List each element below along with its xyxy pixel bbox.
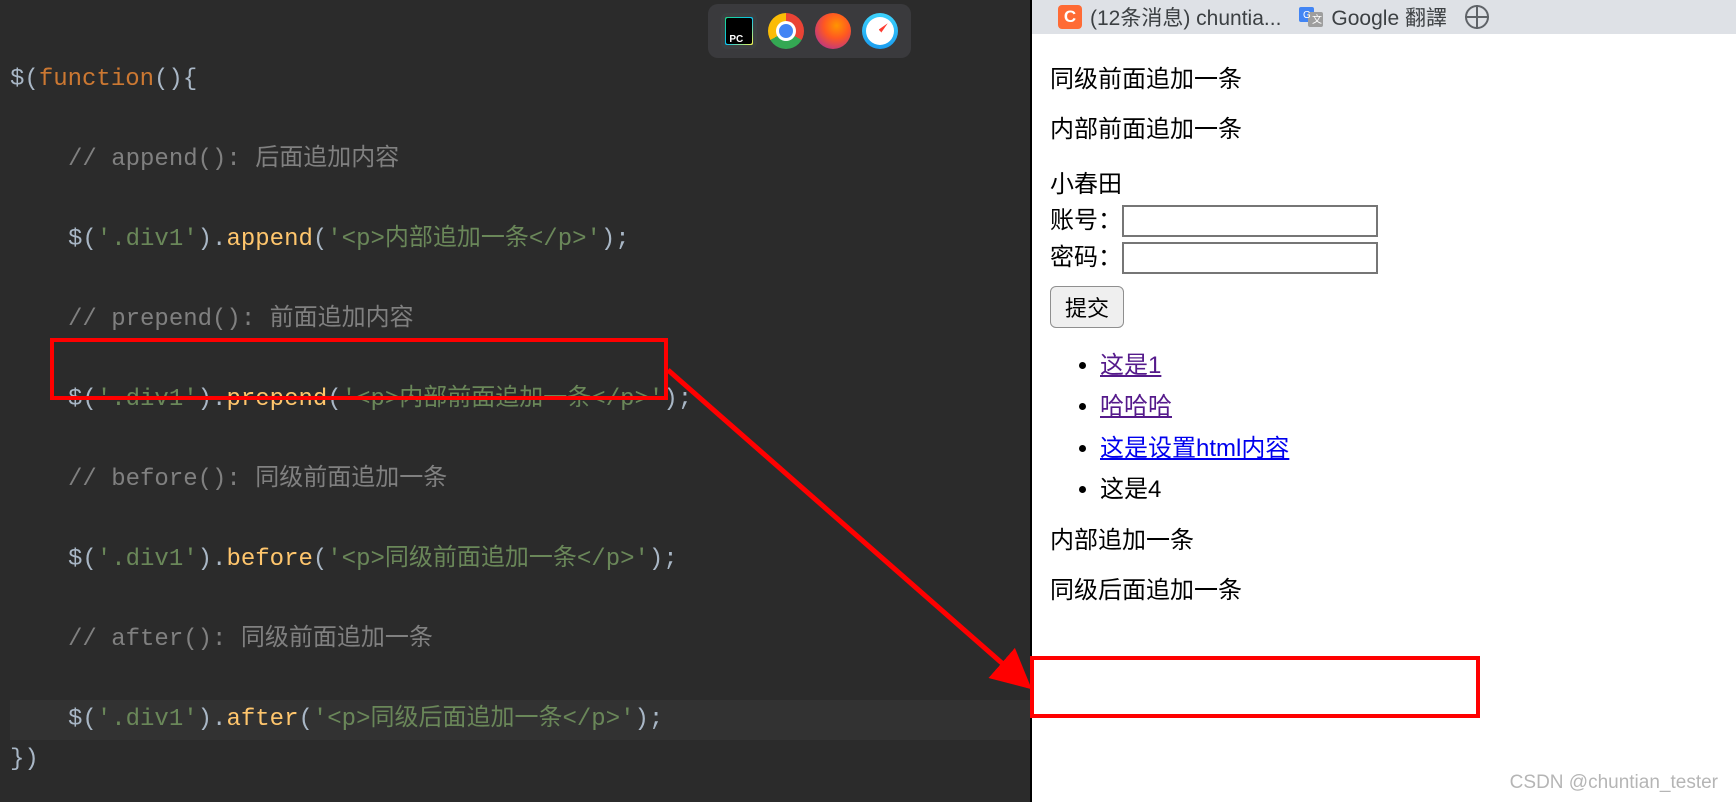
browser-tab-bar: C (12条消息) chuntia... G文 Google 翻譯	[1032, 0, 1736, 34]
code-token: })	[10, 746, 39, 773]
form-row-pass: 密码：	[1050, 242, 1718, 274]
code-string: '.div1'	[97, 706, 198, 733]
code-string: '<p>同级前面追加一条</p>'	[327, 546, 649, 573]
code-comment: // prepend(): 前面追加内容	[68, 306, 414, 333]
firefox-icon[interactable]	[815, 13, 851, 49]
macos-dock	[708, 4, 911, 58]
code-token: ).	[198, 546, 227, 573]
code-string: '.div1'	[97, 546, 198, 573]
globe-icon	[1465, 5, 1489, 29]
code-method: before	[226, 546, 312, 573]
svg-text:文: 文	[1312, 13, 1322, 26]
browser-tab-csdn[interactable]: C (12条消息) chuntia...	[1058, 2, 1281, 32]
code-token: (){	[154, 66, 197, 93]
code-keyword: function	[39, 66, 154, 93]
code-string: '<p>内部追加一条</p>'	[327, 226, 601, 253]
code-token: ).	[198, 386, 227, 413]
code-token: );	[601, 226, 630, 253]
browser-window: C (12条消息) chuntia... G文 Google 翻譯 同级前面追加…	[1030, 0, 1736, 802]
code-token: $(	[10, 66, 39, 93]
code-token: );	[635, 706, 664, 733]
text-prepend: 内部前面追加一条	[1050, 114, 1718, 146]
code-token: (	[313, 546, 327, 573]
list-item: 哈哈哈	[1100, 391, 1718, 423]
code-string: '.div1'	[97, 386, 198, 413]
code-token: (	[327, 386, 341, 413]
code-token: ).	[198, 706, 227, 733]
code-method: prepend	[226, 386, 327, 413]
input-user[interactable]	[1122, 205, 1378, 237]
code-string: '.div1'	[97, 226, 198, 253]
form-row-user: 账号：	[1050, 205, 1718, 237]
code-method: append	[226, 226, 312, 253]
safari-icon[interactable]	[862, 13, 898, 49]
link-item-1[interactable]: 这是1	[1100, 352, 1161, 379]
list-item-4: 这是4	[1100, 474, 1718, 506]
code-token: $(	[68, 546, 97, 573]
code-comment: // before(): 同级前面追加一条	[68, 466, 447, 493]
text-name: 小春田	[1050, 169, 1718, 201]
code-token: (	[298, 706, 312, 733]
text-append: 内部追加一条	[1050, 525, 1718, 557]
code-token: (	[313, 226, 327, 253]
csdn-favicon-icon: C	[1058, 5, 1082, 29]
link-list: 这是1 哈哈哈 这是设置html内容 这是4	[1100, 350, 1718, 507]
browser-tab-google[interactable]: G文 Google 翻譯	[1299, 2, 1447, 32]
code-editor[interactable]: $(function(){ // append(): 后面追加内容 $('.di…	[0, 0, 1030, 802]
label-pass: 密码：	[1050, 242, 1122, 274]
pycharm-icon[interactable]	[721, 13, 757, 49]
submit-button[interactable]: 提交	[1050, 286, 1124, 328]
list-item: 这是1	[1100, 350, 1718, 382]
code-token: );	[663, 386, 692, 413]
code-token: $(	[68, 706, 97, 733]
chrome-icon[interactable]	[768, 13, 804, 49]
svg-text:G: G	[1303, 10, 1311, 21]
code-method: after	[226, 706, 298, 733]
link-item-2[interactable]: 哈哈哈	[1100, 393, 1172, 420]
code-comment: // after(): 同级前面追加一条	[68, 626, 433, 653]
code-string: '<p>内部前面追加一条</p>'	[342, 386, 664, 413]
watermark: CSDN @chuntian_tester	[1510, 772, 1718, 794]
code-string: '<p>同级后面追加一条</p>'	[313, 706, 635, 733]
tab-label: Google 翻譯	[1331, 2, 1447, 32]
google-translate-favicon-icon: G文	[1299, 5, 1323, 29]
code-token: ).	[198, 226, 227, 253]
page-content: 同级前面追加一条 内部前面追加一条 小春田 账号： 密码： 提交 这是1 哈哈哈…	[1032, 34, 1736, 607]
label-user: 账号：	[1050, 205, 1122, 237]
browser-tab-other[interactable]	[1465, 5, 1489, 29]
code-token: );	[649, 546, 678, 573]
list-item: 这是设置html内容	[1100, 433, 1718, 465]
code-token: $(	[68, 226, 97, 253]
tab-label: (12条消息) chuntia...	[1090, 2, 1281, 32]
code-comment: // append(): 后面追加内容	[68, 146, 399, 173]
text-before: 同级前面追加一条	[1050, 64, 1718, 96]
code-token: $(	[68, 386, 97, 413]
input-pass[interactable]	[1122, 242, 1378, 274]
link-item-3[interactable]: 这是设置html内容	[1100, 435, 1289, 462]
text-after: 同级后面追加一条	[1050, 575, 1718, 607]
